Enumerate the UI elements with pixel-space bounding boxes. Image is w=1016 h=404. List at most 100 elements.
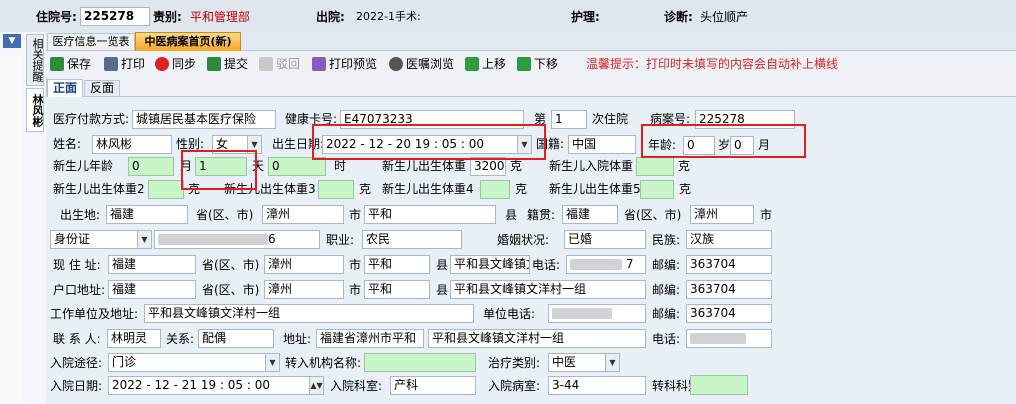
highlight-age <box>641 124 806 158</box>
nb-weight5-field[interactable] <box>640 180 674 199</box>
contact-label: 联 系 人: <box>53 332 101 346</box>
tab-front[interactable]: 正面 <box>47 79 83 98</box>
hukou-county-field[interactable]: 平和 <box>364 280 430 299</box>
pin-icon[interactable]: ▼ <box>3 34 21 48</box>
addr-town-field[interactable]: 平和县文峰镇文 <box>450 255 530 274</box>
work-postcode-field[interactable]: 363704 <box>686 304 772 323</box>
work-field[interactable]: 平和县文峰镇文洋村一组 <box>144 304 474 323</box>
work-label: 工作单位及地址: <box>50 307 139 321</box>
ethnicity-field[interactable]: 汉族 <box>686 230 772 249</box>
tab-tcm-homepage[interactable]: 中医病案首页(新) <box>135 32 241 52</box>
tab-medical-overview[interactable]: 医疗信息一览表 <box>47 33 135 51</box>
tab-back[interactable]: 反面 <box>84 80 120 97</box>
city-label: 市 <box>349 208 362 222</box>
gram-label: 克 <box>359 182 372 196</box>
nb-weight3-field[interactable] <box>318 180 354 199</box>
id-number-field[interactable]: 6 <box>154 230 320 249</box>
admit-ward-label: 入院病室: <box>488 379 541 393</box>
hukou-postcode-field[interactable]: 363704 <box>686 280 772 299</box>
nb-admit-weight-field[interactable] <box>636 157 674 176</box>
nb-weight4-field[interactable] <box>480 180 510 199</box>
hukou-province-field[interactable]: 福建 <box>108 280 196 299</box>
addr-county-field[interactable]: 平和 <box>364 255 430 274</box>
county-label: 县 <box>436 258 449 272</box>
discharge-label: 出院: <box>316 10 345 24</box>
bp-county-field[interactable]: 平和 <box>364 205 496 224</box>
unit-phone-label: 单位电话: <box>483 307 536 321</box>
admit-ward-field[interactable]: 3-44 <box>548 376 646 395</box>
chevron-down-icon[interactable]: ▼ <box>605 354 619 371</box>
discharge-value: 2022-1手术: <box>356 10 421 23</box>
admit-date-label: 入院日期: <box>50 379 103 393</box>
chevron-down-icon[interactable]: ▼ <box>137 231 151 248</box>
arrow-up-icon <box>465 57 479 71</box>
printer-icon <box>104 57 118 71</box>
province-label: 省(区、市) <box>202 283 260 297</box>
gram-label: 克 <box>510 159 523 173</box>
hukou-detail-field[interactable]: 平和县文峰镇文洋村一组 <box>450 280 646 299</box>
move-down-button[interactable]: 下移 <box>517 55 558 73</box>
hukou-city-field[interactable]: 漳州 <box>264 280 344 299</box>
order-browse-button[interactable]: 医嘱浏览 <box>389 55 454 73</box>
recall-button[interactable]: 驳回 <box>259 55 300 73</box>
save-button[interactable]: 保存 <box>50 55 91 73</box>
addr-province-field[interactable]: 福建 <box>108 255 196 274</box>
highlight-birth-date <box>312 124 546 160</box>
relation-field[interactable]: 配偶 <box>198 329 274 348</box>
print-preview-icon <box>312 57 326 71</box>
contact-phone-field[interactable] <box>686 329 772 348</box>
transfer-field[interactable] <box>364 353 476 372</box>
nationality-field[interactable]: 中国 <box>568 135 636 154</box>
phone-field[interactable]: 7 <box>566 255 646 274</box>
name-label: 姓名: <box>53 137 82 151</box>
bp-city-field[interactable]: 漳州 <box>262 205 344 224</box>
unit-phone-field[interactable] <box>548 304 646 323</box>
contact-addr-field-2[interactable]: 平和县文峰镇文洋村一组 <box>428 329 646 348</box>
ethnicity-label: 民族: <box>652 233 681 247</box>
county-label: 县 <box>436 283 449 297</box>
transfer-dept-field[interactable] <box>690 375 748 395</box>
city-label: 市 <box>349 283 362 297</box>
admit-date-field[interactable]: 2022 - 12 - 21 19 : 05 : 00 ▲▼ <box>108 376 324 395</box>
admission-no-field[interactable]: 225278 <box>80 7 150 26</box>
job-field[interactable]: 农民 <box>362 230 462 249</box>
bp-province-field[interactable]: 福建 <box>106 205 188 224</box>
gram-label: 克 <box>678 159 691 173</box>
subtab-strip <box>46 78 1016 97</box>
nb-weight2-field[interactable] <box>148 180 184 199</box>
nb-age-field-1[interactable]: 0 <box>128 157 174 176</box>
sidebar-tab-reminder[interactable]: 相关提醒 <box>26 34 44 86</box>
addr-label: 现 住 址: <box>53 258 101 272</box>
payment-field[interactable]: 城镇居民基本医疗保险 <box>132 110 276 129</box>
hukou-label: 户口地址: <box>53 283 106 297</box>
native-city-field[interactable]: 漳州 <box>690 205 754 224</box>
nb-weight4-label: 新生儿出生体重4 <box>382 182 474 196</box>
province-label: 省(区、市) <box>202 258 260 272</box>
submit-button[interactable]: 提交 <box>207 55 248 73</box>
spinner-icon[interactable]: ▲▼ <box>309 377 323 394</box>
contact-field[interactable]: 林明灵 <box>107 329 161 348</box>
city-label: 市 <box>760 208 773 222</box>
addr-city-field[interactable]: 漳州 <box>264 255 344 274</box>
print-button[interactable]: 打印 <box>104 55 145 73</box>
highlight-newborn-age <box>181 150 257 190</box>
native-province-field[interactable]: 福建 <box>562 205 618 224</box>
postcode-field[interactable]: 363704 <box>686 255 772 274</box>
sidebar-tab-patient[interactable]: 林风彬 <box>26 88 44 132</box>
marital-label: 婚姻状况: <box>497 233 550 247</box>
treat-select[interactable]: 中医 ▼ <box>548 353 620 372</box>
times-field[interactable]: 1 <box>551 110 587 129</box>
marital-field[interactable]: 已婚 <box>564 230 646 249</box>
contact-addr-field-1[interactable]: 福建省漳州市平和 <box>316 329 424 348</box>
admit-dept-field[interactable]: 产科 <box>390 376 476 395</box>
chevron-down-icon[interactable]: ▼ <box>265 354 279 371</box>
sync-button[interactable]: 同步 <box>155 55 196 73</box>
nb-weight5-label: 新生儿出生体重5 <box>549 182 641 196</box>
name-field[interactable]: 林风彬 <box>92 135 172 154</box>
print-preview-button[interactable]: 打印预览 <box>312 55 377 73</box>
city-label: 市 <box>349 258 362 272</box>
id-type-select[interactable]: 身份证 ▼ <box>50 230 152 249</box>
route-select[interactable]: 门诊 ▼ <box>108 353 280 372</box>
gram-label: 克 <box>515 182 528 196</box>
move-up-button[interactable]: 上移 <box>465 55 506 73</box>
